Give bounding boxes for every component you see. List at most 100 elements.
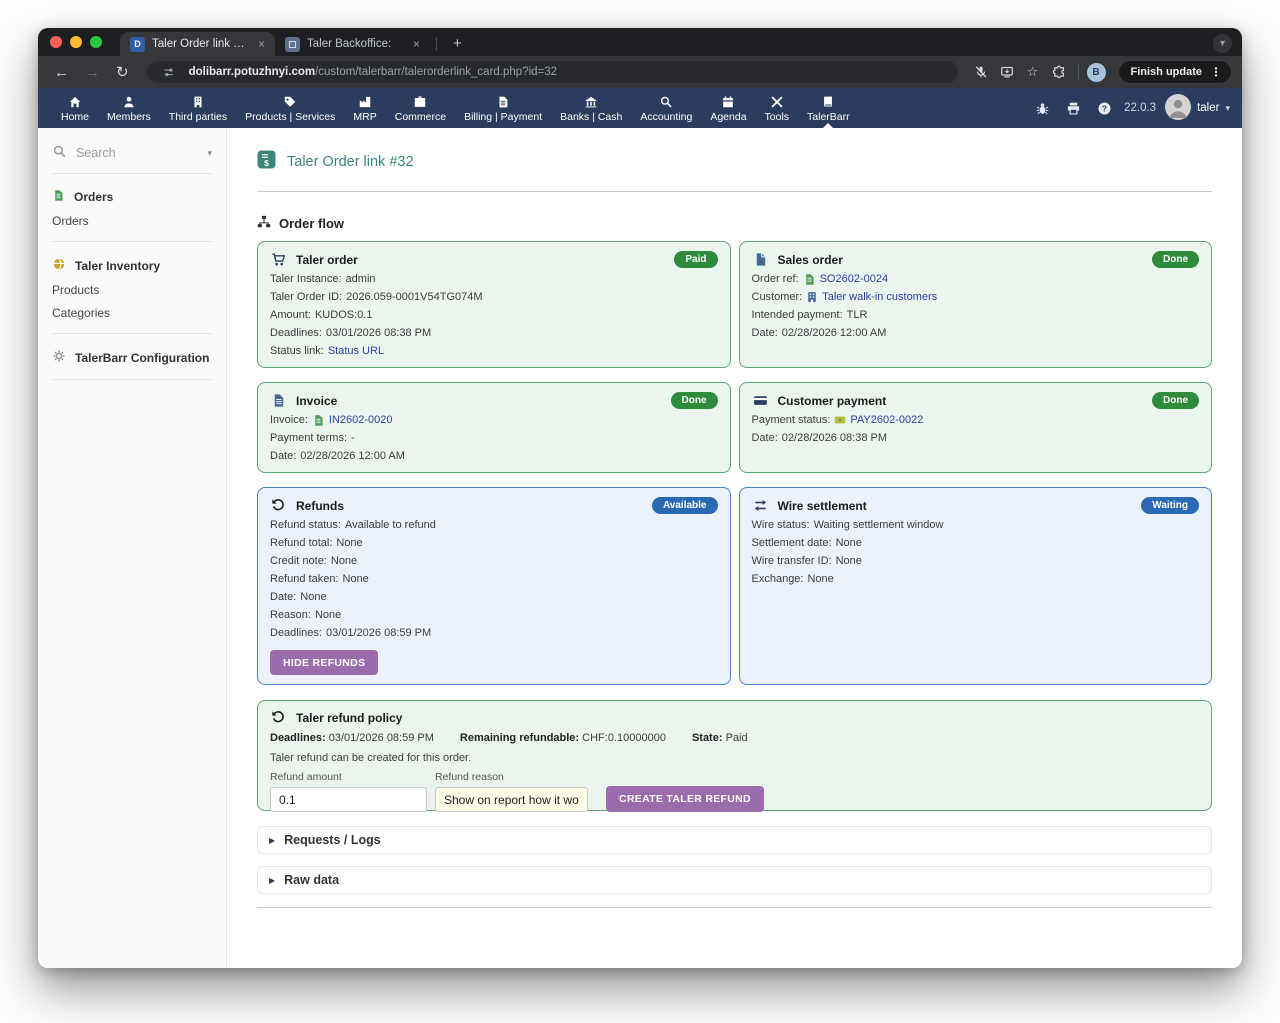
card-line: Refund taken:None <box>270 572 718 586</box>
menu-link-categories[interactable]: Categories <box>52 306 212 320</box>
nav-item-banks-cash[interactable]: Banks | Cash <box>551 88 631 128</box>
refund-amount-input[interactable] <box>270 787 427 812</box>
book-icon <box>821 94 835 109</box>
home-icon <box>68 94 82 109</box>
link-so2602-0024[interactable]: SO2602-0024 <box>820 272 889 286</box>
hide-refunds-button[interactable]: HIDE REFUNDS <box>270 650 378 675</box>
cart-icon <box>270 252 287 267</box>
green-doc-icon <box>803 273 816 286</box>
building-icon <box>191 94 205 109</box>
nav-item-billing-payment[interactable]: Billing | Payment <box>455 88 551 128</box>
refund-reason-input[interactable] <box>435 787 588 812</box>
user-menu[interactable]: taler ▾ <box>1165 94 1230 123</box>
status-badge: Paid <box>674 251 717 268</box>
menu-link-products[interactable]: Products <box>52 283 212 297</box>
card-line: Invoice:IN2602-0020 <box>270 413 718 427</box>
extensions-icon[interactable] <box>1048 61 1070 83</box>
forward-button[interactable]: → <box>79 65 106 80</box>
menu-divider <box>52 333 212 334</box>
search-icon <box>52 144 67 162</box>
box-icon <box>52 257 66 274</box>
tag-icon <box>283 94 297 109</box>
tab-taler-backoffice[interactable]: Taler Backoffice: × <box>275 32 430 56</box>
link-taler-walk-in-customers[interactable]: Taler walk-in customers <box>822 290 937 304</box>
menu-search[interactable]: ▾ <box>52 144 212 174</box>
menu-divider <box>52 241 212 242</box>
menu-section-title[interactable]: TalerBarr Configuration <box>52 349 212 366</box>
collapsible-requests-logs[interactable]: ▶Requests / Logs <box>257 826 1212 854</box>
create-taler-refund-button[interactable]: CREATE TALER REFUND <box>606 786 764 812</box>
tab-close-icon[interactable]: × <box>256 37 267 51</box>
refund-policy-title: Taler refund policy <box>296 711 402 725</box>
collapsible-raw-data[interactable]: ▶Raw data <box>257 866 1212 894</box>
building-chip-icon <box>806 291 818 303</box>
nav-item-accounting[interactable]: Accounting <box>631 88 701 128</box>
menu-section-title[interactable]: Taler Inventory <box>52 257 212 274</box>
card-title: Wire settlement <box>778 499 867 513</box>
minimize-window-button[interactable] <box>70 36 82 48</box>
green-doc-icon <box>52 189 65 205</box>
browser-window: D Taler Order link #32 × Taler Backoffic… <box>38 28 1242 968</box>
search-options-caret-icon[interactable]: ▾ <box>207 148 212 159</box>
card-line: Reason:None <box>270 608 718 622</box>
nav-item-mrp[interactable]: MRP <box>344 88 385 128</box>
zoom-window-button[interactable] <box>90 36 102 48</box>
nav-item-products-services[interactable]: Products | Services <box>236 88 344 128</box>
refund-policy-note: Taler refund can be created for this ord… <box>270 752 1199 764</box>
back-button[interactable]: ← <box>48 65 75 80</box>
search-input[interactable] <box>74 145 200 161</box>
print-icon[interactable] <box>1062 97 1084 119</box>
tab-taler-order-link[interactable]: D Taler Order link #32 × <box>120 32 275 56</box>
nav-item-home[interactable]: Home <box>52 88 98 128</box>
status-badge: Done <box>671 392 718 409</box>
factory-icon <box>358 94 372 109</box>
site-settings-icon[interactable] <box>159 61 181 83</box>
reload-button[interactable]: ↻ <box>110 65 135 80</box>
link-in2602-0020[interactable]: IN2602-0020 <box>329 413 393 427</box>
browser-profile-avatar[interactable]: B <box>1087 63 1106 82</box>
main-content: $ Taler Order link #32 Order flow Taler … <box>227 128 1242 968</box>
help-icon[interactable]: ? <box>1093 97 1115 119</box>
card-taler-order: Taler orderPaidTaler Instance:adminTaler… <box>257 241 731 368</box>
magnifier-icon <box>659 94 673 109</box>
new-tab-button[interactable]: + <box>443 35 472 56</box>
close-window-button[interactable] <box>50 36 62 48</box>
link-status-url[interactable]: Status URL <box>328 344 384 358</box>
mic-blocked-icon[interactable] <box>970 61 992 83</box>
tab-close-icon[interactable]: × <box>411 37 422 51</box>
address-bar[interactable]: dolibarr.potuzhnyi.com/custom/talerbarr/… <box>147 61 958 83</box>
toolbar-separator <box>1078 64 1079 80</box>
nav-item-talerbarr[interactable]: TalerBarr <box>798 88 859 128</box>
tab-search-chevron-icon[interactable]: ▾ <box>1213 34 1232 53</box>
dolibarr-favicon: D <box>130 37 145 52</box>
nav-item-agenda[interactable]: Agenda <box>701 88 755 128</box>
debug-bug-icon[interactable] <box>1031 97 1053 119</box>
nav-item-members[interactable]: Members <box>98 88 160 128</box>
card-sales-order: Sales orderDoneOrder ref:SO2602-0024Cust… <box>739 241 1213 368</box>
install-app-icon[interactable] <box>996 61 1018 83</box>
desktop: { "browser": { "tabs": [ { "title": "Tal… <box>0 0 1280 1023</box>
active-menu-caret <box>823 123 833 128</box>
browser-menu-icon[interactable]: ⋮ <box>1210 65 1222 79</box>
nav-item-commerce[interactable]: Commerce <box>386 88 455 128</box>
card-line: Date:02/28/2026 08:38 PM <box>752 431 1200 445</box>
taler-favicon <box>285 37 300 52</box>
left-menu: ▾ Orders Orders Taler Inventory Products Cat… <box>38 128 227 968</box>
card-line: Date:02/28/2026 12:00 AM <box>270 449 718 463</box>
menu-section-taler-inventory: Taler Inventory Products Categories <box>52 257 212 334</box>
invoice-icon <box>270 393 287 408</box>
finish-update-button[interactable]: Finish update ⋮ <box>1118 60 1233 84</box>
card-line: Payment status:PAY2602-0022 <box>752 413 1200 427</box>
tab-separator <box>436 37 437 51</box>
nav-item-third-parties[interactable]: Third parties <box>160 88 236 128</box>
expand-caret-icon: ▶ <box>269 836 275 845</box>
order-flow-heading: Order flow <box>279 216 344 231</box>
card-wire-settlement: Wire settlementWaitingWire status:Waitin… <box>739 487 1213 685</box>
menu-section-title[interactable]: Orders <box>52 189 212 205</box>
link-pay2602-0022[interactable]: PAY2602-0022 <box>850 413 923 427</box>
card-customer-payment: Customer paymentDonePayment status:PAY26… <box>739 382 1213 473</box>
bookmark-star-icon[interactable]: ☆ <box>1022 61 1044 83</box>
menu-link-orders[interactable]: Orders <box>52 214 212 228</box>
nav-item-tools[interactable]: Tools <box>756 88 799 128</box>
refund-amount-label: Refund amount <box>270 771 427 783</box>
